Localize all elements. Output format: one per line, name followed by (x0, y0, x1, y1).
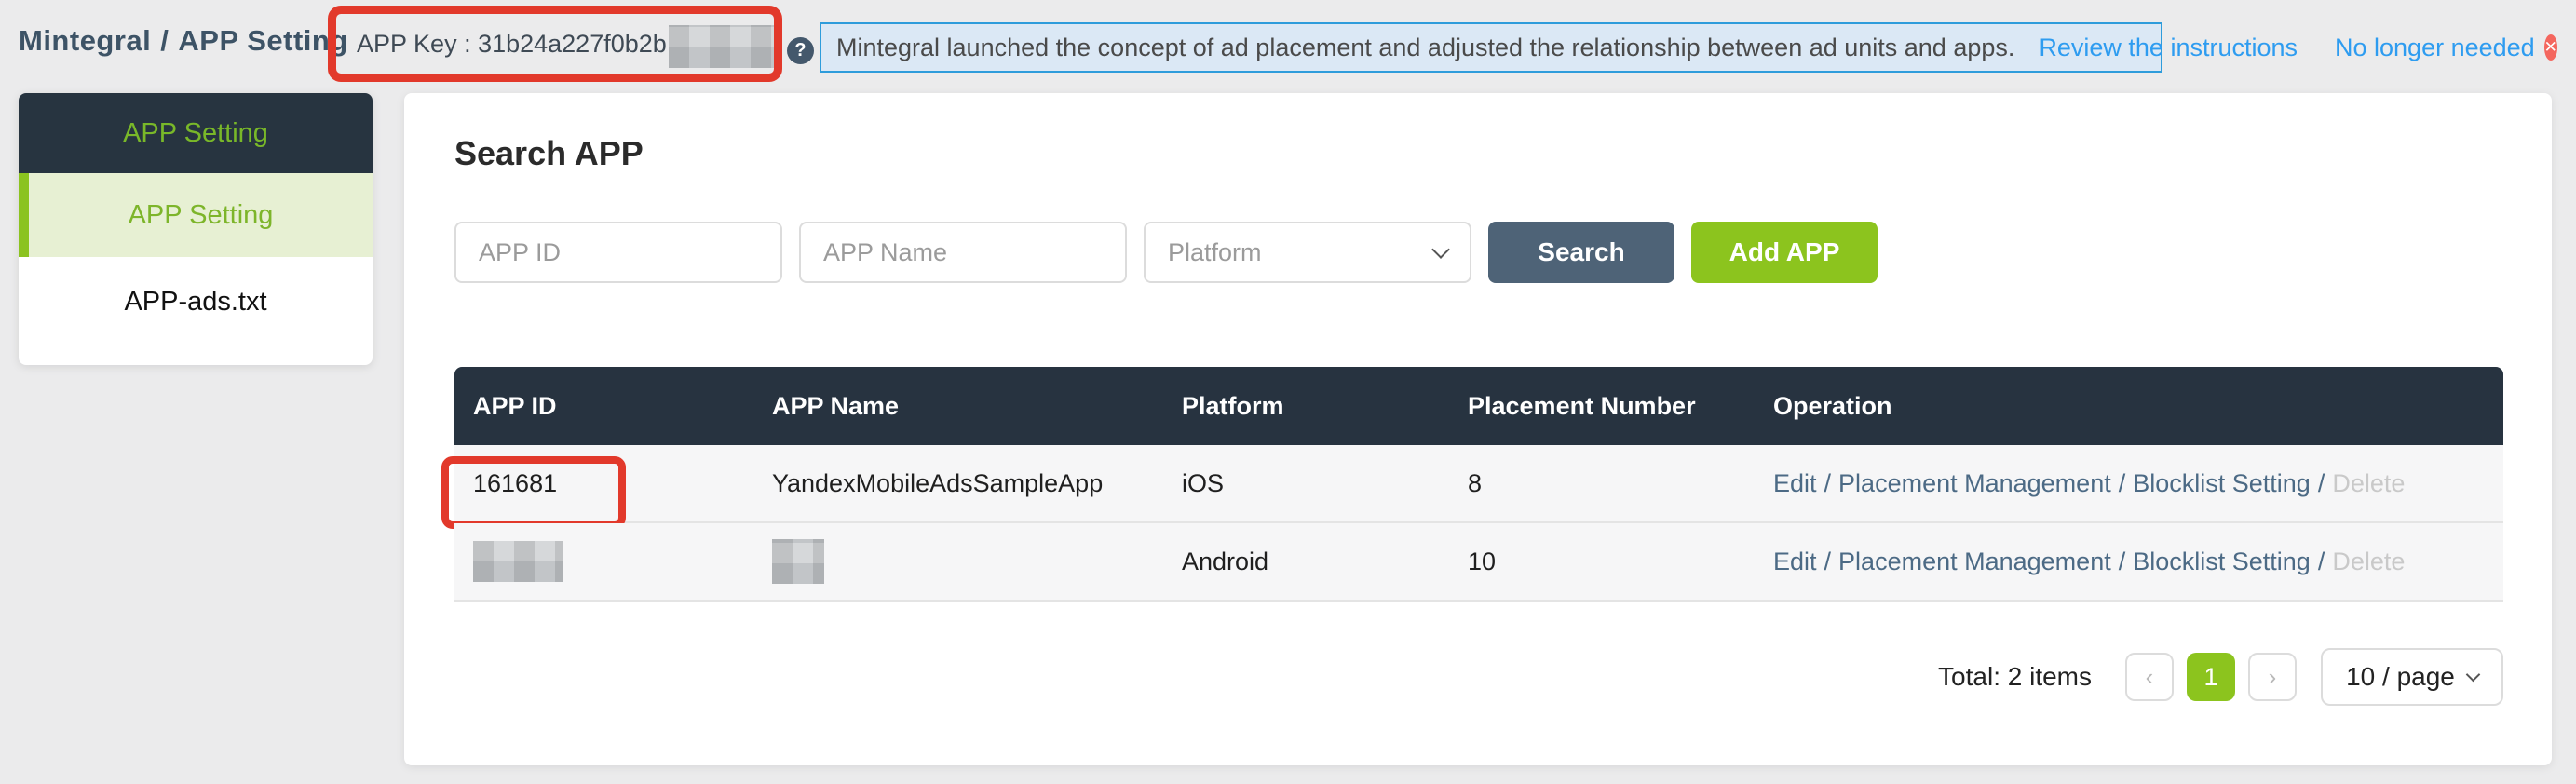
app-key-label: APP Key : 31b24a227f0b2b (357, 30, 667, 59)
blocklist-setting-link[interactable]: Blocklist Setting (2133, 469, 2311, 497)
operation-separator: / (2119, 547, 2126, 575)
cell-app-id (473, 541, 772, 582)
cell-app-name (772, 539, 1182, 584)
blocklist-setting-link[interactable]: Blocklist Setting (2133, 547, 2311, 575)
cell-placement-number: 8 (1468, 469, 1773, 498)
sidebar-item-app-setting[interactable]: APP Setting (19, 173, 373, 257)
operation-separator: / (1824, 469, 1832, 497)
cell-app-name: YandexMobileAdsSampleApp (772, 469, 1182, 498)
app-key-redacted-blur (669, 25, 774, 68)
chevron-down-icon (1431, 240, 1450, 259)
operation-separator: / (2318, 547, 2325, 575)
cell-operations: Edit/Placement Management/Blocklist Sett… (1773, 469, 2503, 498)
search-button[interactable]: Search (1488, 222, 1674, 283)
col-operation: Operation (1773, 392, 2503, 421)
search-filter-row: Platform Search Add APP (454, 222, 1878, 283)
breadcrumb: Mintegral / APP Setting (19, 24, 348, 58)
page-size-value: 10 / page (2346, 662, 2455, 692)
sidebar-item-app-ads-txt[interactable]: APP-ads.txt (19, 257, 373, 346)
next-page-button[interactable]: › (2248, 653, 2297, 701)
cell-platform: Android (1182, 547, 1468, 576)
operation-separator: / (1824, 547, 1832, 575)
col-app-name: APP Name (772, 392, 1182, 421)
edit-link[interactable]: Edit (1773, 469, 1817, 497)
cell-placement-number: 10 (1468, 547, 1773, 576)
app-id-input[interactable] (454, 222, 782, 283)
platform-select[interactable]: Platform (1144, 222, 1471, 283)
pagination: Total: 2 items ‹ 1 › 10 / page (1938, 648, 2503, 706)
page-title: Search APP (454, 134, 644, 173)
cell-app-id: 161681 (473, 469, 772, 498)
col-app-id: APP ID (473, 392, 772, 421)
breadcrumb-root[interactable]: Mintegral (19, 24, 151, 57)
app-key-annotation-box: APP Key : 31b24a227f0b2b (328, 6, 782, 82)
platform-select-value: Platform (1168, 238, 1262, 267)
delete-link-disabled: Delete (2332, 547, 2405, 575)
main-content-card: Search APP Platform Search Add APP APP I… (404, 93, 2552, 765)
app-name-input[interactable] (799, 222, 1127, 283)
app-table: APP ID APP Name Platform Placement Numbe… (454, 367, 2503, 602)
sidebar: APP Setting APP Setting APP-ads.txt (19, 93, 373, 365)
edit-link[interactable]: Edit (1773, 547, 1817, 575)
delete-link-disabled: Delete (2332, 469, 2405, 497)
placement-management-link[interactable]: Placement Management (1838, 547, 2111, 575)
banner-message: Mintegral launched the concept of ad pla… (836, 34, 2014, 62)
app-id-redacted-blur (473, 541, 563, 582)
operation-separator: / (2119, 469, 2126, 497)
breadcrumb-current: APP Setting (178, 24, 347, 57)
notice-banner: Mintegral launched the concept of ad pla… (820, 22, 2162, 73)
table-row: Android 10 Edit/Placement Management/Blo… (454, 523, 2503, 602)
breadcrumb-separator: / (160, 24, 169, 57)
chevron-down-icon (2466, 668, 2481, 683)
banner-close-icon[interactable]: ✕ (2544, 34, 2557, 61)
pagination-total: Total: 2 items (1938, 662, 2092, 692)
no-longer-needed-link[interactable]: No longer needed (2335, 34, 2535, 62)
help-icon[interactable]: ? (787, 37, 814, 64)
operation-separator: / (2318, 469, 2325, 497)
page-1-button[interactable]: 1 (2187, 653, 2235, 701)
col-platform: Platform (1182, 392, 1468, 421)
sidebar-header: APP Setting (19, 93, 373, 173)
page-size-select[interactable]: 10 / page (2321, 648, 2503, 706)
table-row: 161681 YandexMobileAdsSampleApp iOS 8 Ed… (454, 445, 2503, 523)
add-app-button[interactable]: Add APP (1691, 222, 1878, 283)
placement-management-link[interactable]: Placement Management (1838, 469, 2111, 497)
cell-operations: Edit/Placement Management/Blocklist Sett… (1773, 547, 2503, 576)
table-header-row: APP ID APP Name Platform Placement Numbe… (454, 367, 2503, 445)
prev-page-button[interactable]: ‹ (2125, 653, 2174, 701)
app-name-redacted-blur (772, 539, 824, 584)
cell-platform: iOS (1182, 469, 1468, 498)
col-placement-number: Placement Number (1468, 392, 1773, 421)
review-instructions-link[interactable]: Review the instructions (2039, 34, 2298, 62)
